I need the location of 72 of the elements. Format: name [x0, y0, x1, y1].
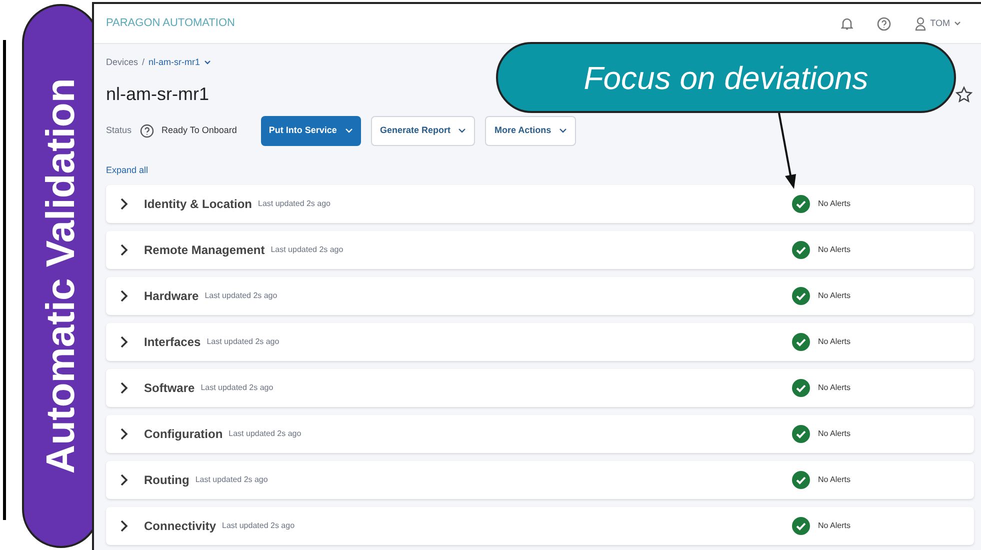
section-row[interactable]: Interfaces Last updated 2s ago No Alerts — [106, 323, 974, 361]
status-label: Status — [106, 124, 132, 137]
chevron-icon — [120, 428, 128, 440]
alert-status: No Alerts — [818, 198, 850, 210]
chevron-icon — [120, 520, 128, 532]
alert-status: No Alerts — [818, 382, 850, 394]
check-circle-icon — [792, 333, 810, 351]
section-title: Connectivity — [144, 518, 216, 535]
primary-button[interactable]: Put Into Service — [260, 116, 361, 146]
breadcrumb-separator: / — [142, 56, 145, 69]
check-circle-icon — [792, 379, 810, 397]
alert-status: No Alerts — [818, 336, 850, 348]
alert-status: No Alerts — [818, 290, 850, 302]
user-icon — [915, 16, 926, 30]
last-updated: Last updated 2s ago — [206, 336, 280, 348]
chevron-icon — [120, 474, 128, 486]
section-row[interactable]: Identity & Location Last updated 2s ago No Alerts — [106, 185, 974, 223]
section-title: Configuration — [144, 426, 223, 443]
callout: Focus on deviations — [496, 42, 956, 113]
section-title: Interfaces — [144, 334, 201, 351]
last-updated: Last updated 2s ago — [258, 198, 331, 210]
check-circle-icon — [792, 517, 810, 535]
section-row[interactable]: Connectivity Last updated 2s ago No Alerts — [106, 507, 974, 545]
last-updated: Last updated 2s ago — [228, 428, 302, 440]
status-value: Ready To Onboard — [162, 124, 237, 137]
section-row[interactable]: Remote Management Last updated 2s ago No Alerts — [106, 231, 974, 269]
caret-icon — [344, 128, 353, 133]
expand-all-link[interactable]: Expand all — [106, 164, 148, 177]
last-updated: Last updated 2s ago — [204, 290, 278, 302]
check-circle-icon — [792, 241, 810, 259]
section-title: Routing — [144, 472, 190, 489]
alert-status: No Alerts — [818, 428, 850, 440]
check-circle-icon — [792, 425, 810, 443]
user-menu[interactable]: TOM — [915, 16, 961, 30]
caret-icon — [559, 128, 568, 133]
caret-icon — [954, 21, 961, 26]
brand-name: PARAGON AUTOMATION — [106, 16, 235, 32]
section-title: Identity & Location — [144, 196, 252, 213]
section-row[interactable]: Hardware Last updated 2s ago No Alerts — [106, 277, 974, 315]
help-icon[interactable] — [877, 16, 892, 30]
caret-icon — [458, 128, 466, 133]
chevron-icon — [120, 244, 128, 256]
last-updated: Last updated 2s ago — [270, 244, 344, 256]
dropdown-button[interactable]: Generate Report — [370, 116, 476, 146]
side-label: Automatic Validation — [41, 78, 81, 474]
last-updated: Last updated 2s ago — [195, 474, 268, 486]
alert-status: No Alerts — [818, 244, 850, 256]
bell-icon[interactable] — [841, 16, 854, 30]
section-title: Remote Management — [144, 242, 265, 259]
section-row[interactable]: Routing Last updated 2s ago No Alerts — [106, 461, 974, 499]
device-name: nl-am-sr-mr1 — [106, 83, 209, 106]
section-row[interactable]: Software Last updated 2s ago No Alerts — [106, 369, 974, 407]
alert-status: No Alerts — [818, 520, 850, 532]
alert-status: No Alerts — [818, 474, 850, 486]
chevron-icon — [120, 290, 128, 302]
chevron-icon — [120, 336, 128, 348]
help-icon[interactable] — [140, 124, 154, 138]
breadcrumb-current[interactable]: nl-am-sr-mr1 — [148, 56, 200, 70]
section-row[interactable]: Configuration Last updated 2s ago No Alerts — [106, 415, 974, 453]
chevron-icon — [120, 198, 128, 210]
chevron-icon — [120, 382, 128, 394]
last-updated: Last updated 2s ago — [200, 382, 274, 394]
last-updated: Last updated 2s ago — [222, 520, 295, 532]
check-circle-icon — [792, 287, 810, 305]
section-title: Software — [144, 380, 195, 397]
check-circle-icon — [792, 195, 810, 213]
check-circle-icon — [792, 471, 810, 489]
caret-icon — [204, 60, 212, 66]
breadcrumb-link[interactable]: Devices — [106, 56, 138, 70]
star-icon[interactable] — [955, 86, 973, 104]
dropdown-button[interactable]: More Actions — [485, 116, 576, 146]
section-title: Hardware — [144, 288, 199, 305]
